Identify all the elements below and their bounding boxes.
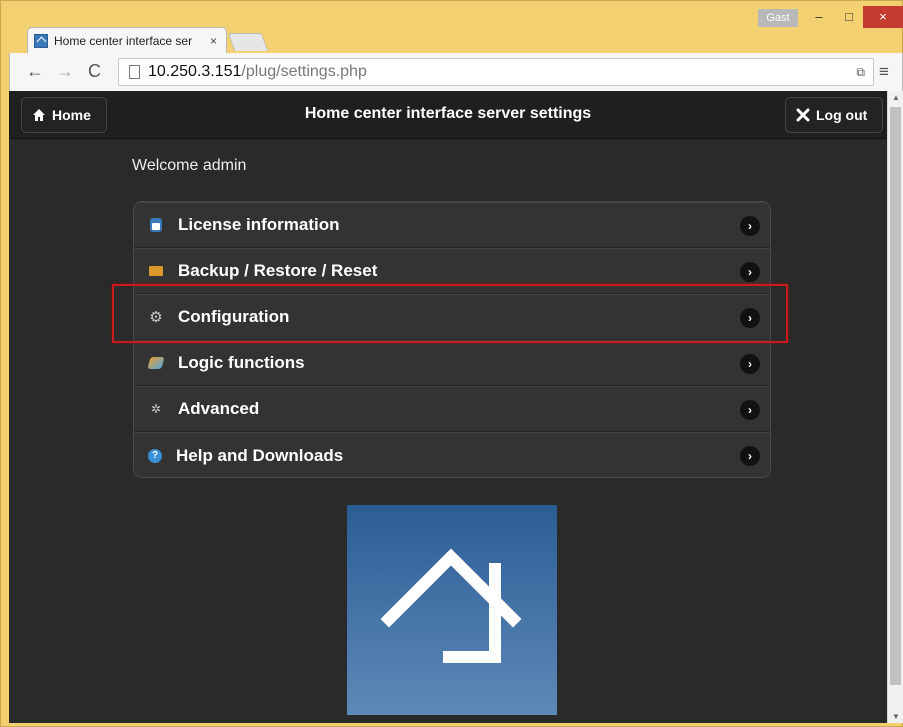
menu-item-backup[interactable]: Backup / Restore / Reset ›	[134, 248, 770, 294]
chevron-right-icon: ›	[740, 400, 760, 420]
chevron-right-icon: ›	[740, 216, 760, 236]
house-logo-icon	[380, 548, 522, 663]
minimize-button[interactable]: –	[805, 6, 833, 28]
forward-arrow-icon[interactable]: →	[56, 61, 74, 82]
gear-icon: ⚙	[149, 309, 163, 326]
page-viewport: Home Home center interface server settin…	[9, 91, 887, 723]
chevron-right-icon: ›	[740, 446, 760, 466]
backup-icon	[148, 263, 164, 279]
browser-toolbar: ← → C 10.250.3.151/plug/settings.php ⧉ ≡	[9, 53, 903, 91]
scroll-thumb[interactable]	[890, 107, 901, 685]
url-host: 10.250.3.151	[148, 63, 242, 80]
address-bar[interactable]: 10.250.3.151/plug/settings.php ⧉	[118, 58, 874, 86]
menu-item-label: Advanced	[178, 399, 260, 418]
chevron-right-icon: ›	[740, 262, 760, 282]
close-window-button[interactable]: ×	[863, 6, 903, 28]
chevron-right-icon: ›	[740, 354, 760, 374]
menu-item-label: Backup / Restore / Reset	[178, 261, 378, 280]
menu-item-help[interactable]: ? Help and Downloads ›	[134, 432, 770, 477]
logout-button-label: Log out	[816, 107, 868, 123]
logout-button[interactable]: Log out	[785, 97, 883, 133]
menu-item-license[interactable]: License information ›	[134, 202, 770, 248]
logic-icon	[147, 355, 165, 371]
tab-title: Home center interface ser	[54, 34, 193, 48]
menu-item-configuration[interactable]: ⚙ Configuration ›	[134, 294, 770, 340]
menu-item-label: Help and Downloads	[176, 445, 344, 465]
back-arrow-icon[interactable]: ←	[26, 61, 44, 82]
reload-icon[interactable]: C	[88, 61, 101, 82]
menu-item-advanced[interactable]: ✲ Advanced ›	[134, 386, 770, 432]
gears-icon: ✲	[150, 402, 162, 416]
profile-badge[interactable]: Gast	[758, 9, 798, 27]
help-icon: ?	[148, 448, 162, 463]
menu-item-label: Configuration	[178, 307, 290, 326]
new-tab-button[interactable]	[227, 33, 269, 51]
menu-item-label: Logic functions	[178, 353, 305, 372]
vertical-scrollbar[interactable]: ▲ ▼	[887, 91, 903, 723]
page-title: Home center interface server settings	[304, 105, 592, 122]
translate-icon[interactable]: ⧉	[856, 65, 865, 80]
app-header: Home Home center interface server settin…	[9, 91, 887, 139]
browser-window: Home center interface ser × Gast – □ × ←…	[0, 0, 903, 727]
browser-tab[interactable]: Home center interface ser ×	[27, 27, 227, 54]
browser-menu-icon[interactable]: ≡	[879, 62, 889, 82]
settings-menu: License information › Backup / Restore /…	[133, 201, 771, 478]
license-icon	[148, 217, 164, 233]
scroll-up-icon[interactable]: ▲	[892, 93, 900, 102]
menu-item-logic[interactable]: Logic functions ›	[134, 340, 770, 386]
chevron-right-icon: ›	[740, 308, 760, 328]
url-path: /plug/settings.php	[241, 63, 367, 80]
scroll-down-icon[interactable]: ▼	[892, 712, 900, 721]
page-icon	[129, 65, 140, 79]
favicon-icon	[34, 34, 48, 48]
app-logo	[347, 505, 557, 715]
close-icon	[796, 108, 810, 122]
maximize-button[interactable]: □	[835, 6, 863, 28]
menu-item-label: License information	[178, 215, 340, 234]
tab-close-icon[interactable]: ×	[210, 34, 217, 48]
title-bar: Home center interface ser × Gast – □ ×	[1, 1, 903, 54]
welcome-message: Welcome admin	[132, 157, 247, 174]
